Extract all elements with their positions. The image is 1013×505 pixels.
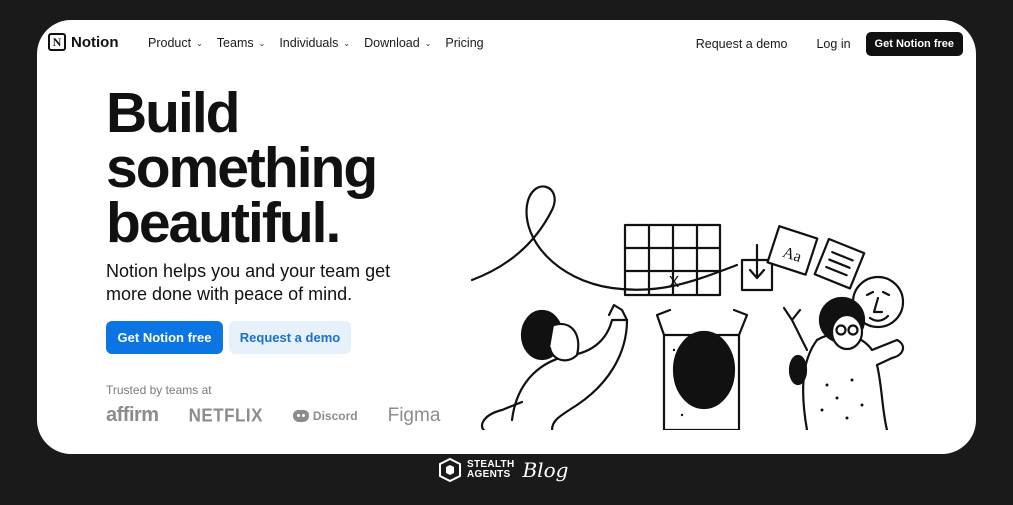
shield-logo-icon [439,458,461,482]
menu-label: Product [148,36,192,50]
menu-product[interactable]: Product ⌄ [148,36,203,50]
hero-illustration: X Aa [470,185,905,430]
page-card: N Notion Product ⌄ Teams ⌄ Individuals ⌄ Do… [37,20,976,454]
hero-headline: Build something beautiful. [106,81,378,255]
affirm-logo: affirm [106,404,159,426]
nav-actions: Request a demo Log in Get Notion free [696,32,963,56]
chevron-down-icon: ⌄ [258,38,266,48]
trusted-logos: affirm NETFLIX Discord Figma [106,404,470,427]
login-link[interactable]: Log in [816,37,850,51]
arrow-down-icon [748,243,766,280]
brand-name: Notion [71,33,119,51]
get-notion-free-button[interactable]: Get Notion free [106,321,223,354]
watermark-text: STEALTH AGENTS [467,460,514,480]
menu-individuals[interactable]: Individuals ⌄ [279,36,350,50]
chevron-down-icon: ⌄ [343,38,351,48]
middle-person-head [672,330,736,410]
watermark-line2: AGENTS [467,469,511,480]
trusted-label: Trusted by teams at [106,383,212,397]
menu-teams[interactable]: Teams ⌄ [217,36,266,50]
figma-logo: Figma [387,404,441,426]
netflix-logo: NETFLIX [188,404,263,426]
menu-label: Teams [216,36,254,50]
headline-line: Build [106,81,240,145]
menu-label: Pricing [445,36,484,50]
notion-logo-icon: N [48,33,66,51]
chevron-down-icon: ⌄ [424,38,432,48]
headline-line: something [106,136,378,200]
discord-label: Discord [312,408,358,423]
discord-logo: Discord [292,408,358,423]
get-notion-free-nav-button[interactable]: Get Notion free [865,32,963,56]
menu-pricing[interactable]: Pricing [445,36,483,50]
headline-line: beautiful. [106,191,341,255]
board-x-mark: X [669,274,680,291]
stealth-agents-watermark: STEALTH AGENTS Blog [439,458,568,482]
hero-subheading: Notion helps you and your team get more … [106,261,391,304]
watermark-script: Blog [522,458,569,482]
chevron-down-icon: ⌄ [196,38,203,48]
discord-icon [292,409,309,422]
request-demo-link[interactable]: Request a demo [696,37,788,51]
main-menu: Product ⌄ Teams ⌄ Individuals ⌄ Download ⌄ P… [148,36,498,50]
request-demo-button[interactable]: Request a demo [229,321,351,354]
menu-label: Individuals [279,36,339,50]
notion-logo[interactable]: N Notion [48,33,118,51]
menu-download[interactable]: Download ⌄ [364,36,431,50]
top-navigation: N Notion Product ⌄ Teams ⌄ Individuals ⌄ Do… [37,20,976,68]
menu-label: Download [364,36,420,50]
